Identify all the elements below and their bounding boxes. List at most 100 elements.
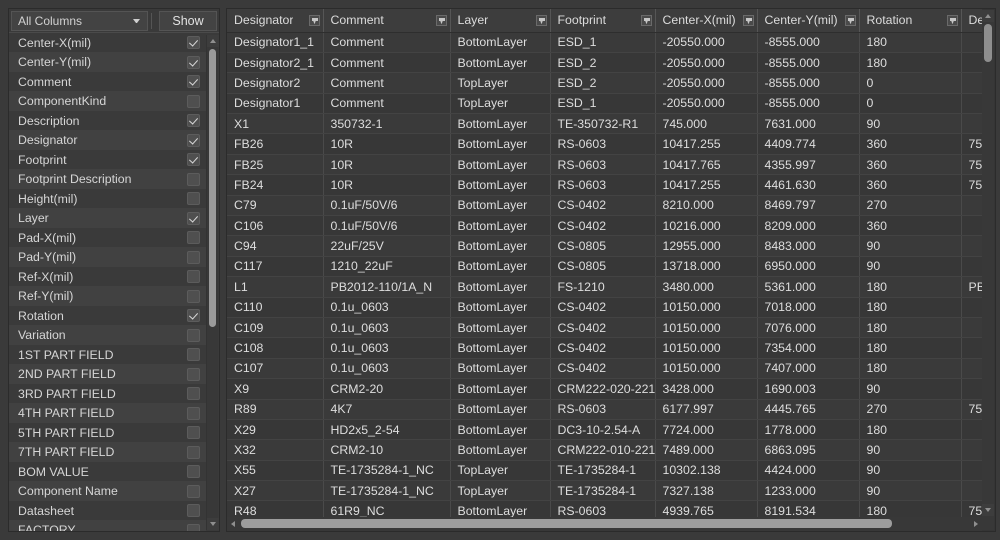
table-cell[interactable]: 8191.534: [757, 500, 860, 517]
table-cell[interactable]: 7327.138: [655, 480, 758, 502]
table-cell[interactable]: 180: [859, 358, 962, 380]
table-cell[interactable]: -8555.000: [757, 72, 860, 94]
checkbox-unchecked-icon[interactable]: [187, 484, 200, 498]
table-cell[interactable]: [961, 317, 982, 339]
table-cell[interactable]: 4424.000: [757, 460, 860, 482]
column-filter-icon[interactable]: [844, 14, 856, 26]
checkbox-unchecked-icon[interactable]: [187, 231, 200, 245]
table-cell[interactable]: 0.1u_0603: [323, 337, 451, 359]
table-cell[interactable]: -20550.000: [655, 52, 758, 74]
table-cell[interactable]: TopLayer: [450, 93, 551, 115]
table-cell[interactable]: CRM222-010-221: [550, 439, 656, 461]
table-cell[interactable]: -8555.000: [757, 52, 860, 74]
table-cell[interactable]: 180: [859, 500, 962, 517]
table-cell[interactable]: 1690.003: [757, 378, 860, 400]
column-header-comment[interactable]: Comment: [323, 9, 451, 33]
table-cell[interactable]: C109: [227, 317, 324, 339]
table-cell[interactable]: -20550.000: [655, 32, 758, 53]
table-cell[interactable]: BottomLayer: [450, 419, 551, 441]
checkbox-checked-icon[interactable]: [187, 55, 200, 69]
column-filter-icon[interactable]: [640, 14, 652, 26]
table-cell[interactable]: 0.1uF/50V/6: [323, 195, 451, 217]
table-cell[interactable]: BottomLayer: [450, 154, 551, 176]
table-cell[interactable]: 75Ω±5: [961, 154, 982, 176]
table-cell[interactable]: TE-350732-R1: [550, 113, 656, 135]
scroll-up-arrow-icon[interactable]: [207, 35, 219, 47]
table-row[interactable]: C109 0.1u_0603 BottomLayer CS-0402 10150.000…: [227, 317, 982, 339]
table-cell[interactable]: -8555.000: [757, 32, 860, 53]
table-row[interactable]: FB26 10R BottomLayer RS-0603 10417.255 4409.7…: [227, 133, 982, 155]
table-cell[interactable]: BottomLayer: [450, 337, 551, 359]
scroll-right-arrow-icon[interactable]: [970, 518, 982, 530]
table-cell[interactable]: TopLayer: [450, 460, 551, 482]
table-row[interactable]: R48 61R9_NC BottomLayer RS-0603 4939.765 8191…: [227, 500, 982, 517]
table-cell[interactable]: 7354.000: [757, 337, 860, 359]
table-cell[interactable]: 90: [859, 256, 962, 278]
table-cell[interactable]: 1778.000: [757, 419, 860, 441]
table-cell[interactable]: 270: [859, 195, 962, 217]
table-cell[interactable]: [961, 256, 982, 278]
column-list-item[interactable]: Description: [9, 111, 206, 131]
table-cell[interactable]: 360: [859, 154, 962, 176]
table-cell[interactable]: 75Ω±5: [961, 174, 982, 196]
table-cell[interactable]: C108: [227, 337, 324, 359]
column-header-footprint[interactable]: Footprint: [550, 9, 656, 33]
components-grid-viewport[interactable]: Designator Comment Layer Footprint Center-X(…: [227, 9, 982, 517]
column-list-item[interactable]: Center-Y(mil): [9, 52, 206, 72]
table-cell[interactable]: CRM2-10: [323, 439, 451, 461]
table-cell[interactable]: TE-1735284-1_NC: [323, 480, 451, 502]
column-list-item[interactable]: Footprint: [9, 150, 206, 170]
table-cell[interactable]: 10417.255: [655, 174, 758, 196]
column-list-item[interactable]: FACTORY: [9, 520, 206, 531]
table-row[interactable]: C117 1210_22uF BottomLayer CS-0805 13718.000…: [227, 256, 982, 278]
table-cell[interactable]: BottomLayer: [450, 317, 551, 339]
table-cell[interactable]: 61R9_NC: [323, 500, 451, 517]
table-cell[interactable]: 13718.000: [655, 256, 758, 278]
table-cell[interactable]: C106: [227, 215, 324, 237]
table-cell[interactable]: Comment: [323, 52, 451, 74]
table-cell[interactable]: BottomLayer: [450, 235, 551, 257]
column-list-item[interactable]: 4TH PART FIELD: [9, 403, 206, 423]
column-list-item[interactable]: 5TH PART FIELD: [9, 423, 206, 443]
table-cell[interactable]: 360: [859, 215, 962, 237]
table-cell[interactable]: 1233.000: [757, 480, 860, 502]
table-row[interactable]: X32 CRM2-10 BottomLayer CRM222-010-221 7489.…: [227, 439, 982, 461]
table-cell[interactable]: 4355.997: [757, 154, 860, 176]
column-list-item[interactable]: Ref-Y(mil): [9, 286, 206, 306]
table-cell[interactable]: Comment: [323, 32, 451, 53]
table-cell[interactable]: 90: [859, 480, 962, 502]
table-cell[interactable]: CS-0402: [550, 195, 656, 217]
table-row[interactable]: X27 TE-1735284-1_NC TopLayer TE-1735284-1 73…: [227, 480, 982, 502]
table-cell[interactable]: 75Ω±5: [961, 500, 982, 517]
table-cell[interactable]: CS-0402: [550, 337, 656, 359]
table-horizontal-scrollbar-thumb[interactable]: [241, 519, 892, 528]
table-cell[interactable]: 7076.000: [757, 317, 860, 339]
table-cell[interactable]: 10R: [323, 174, 451, 196]
table-row[interactable]: C107 0.1u_0603 BottomLayer CS-0402 10150.000…: [227, 358, 982, 380]
column-filter-icon[interactable]: [435, 14, 447, 26]
table-cell[interactable]: Comment: [323, 72, 451, 94]
table-cell[interactable]: BottomLayer: [450, 174, 551, 196]
columns-list-scrollbar-thumb[interactable]: [209, 49, 216, 327]
checkbox-unchecked-icon[interactable]: [187, 387, 200, 401]
table-cell[interactable]: 10417.765: [655, 154, 758, 176]
table-cell[interactable]: [961, 460, 982, 482]
table-cell[interactable]: C110: [227, 297, 324, 318]
table-cell[interactable]: BottomLayer: [450, 297, 551, 318]
table-cell[interactable]: RS-0603: [550, 399, 656, 420]
table-cell[interactable]: BottomLayer: [450, 52, 551, 74]
table-cell[interactable]: [961, 195, 982, 217]
column-list-item[interactable]: 2ND PART FIELD: [9, 364, 206, 384]
table-cell[interactable]: X29: [227, 419, 324, 441]
table-cell[interactable]: [961, 439, 982, 461]
column-list-item[interactable]: Rotation: [9, 306, 206, 326]
column-filter-icon[interactable]: [742, 14, 754, 26]
table-cell[interactable]: CS-0805: [550, 235, 656, 257]
table-cell[interactable]: 1210_22uF: [323, 256, 451, 278]
table-cell[interactable]: [961, 215, 982, 237]
table-cell[interactable]: BottomLayer: [450, 378, 551, 400]
table-cell[interactable]: 90: [859, 235, 962, 257]
column-list-item[interactable]: 3RD PART FIELD: [9, 384, 206, 404]
table-row[interactable]: Designator1 Comment TopLayer ESD_1 -20550.00…: [227, 93, 982, 115]
checkbox-unchecked-icon[interactable]: [187, 328, 200, 342]
